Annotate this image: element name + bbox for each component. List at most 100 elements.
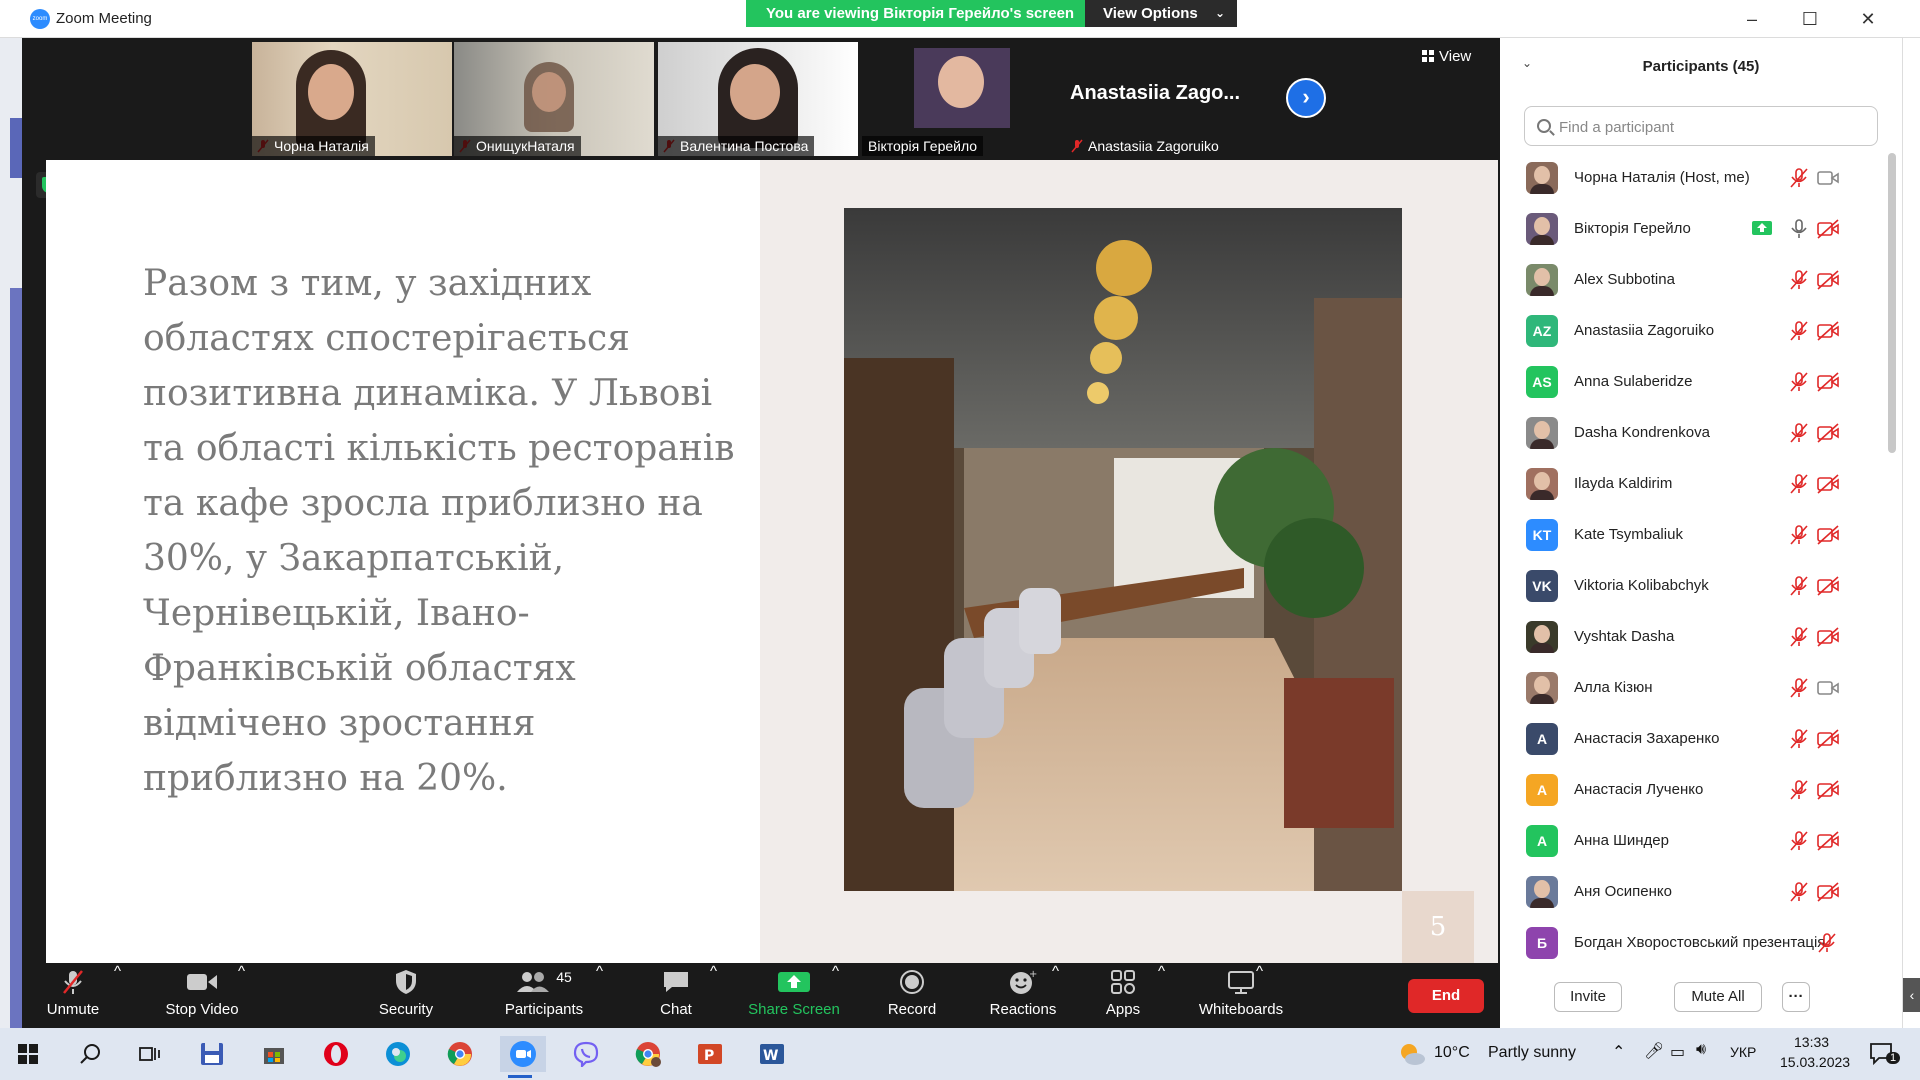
audio-options-caret[interactable]: ^ <box>114 963 121 1028</box>
participant-row[interactable]: Vyshtak Dasha <box>1500 612 1888 663</box>
participant-row[interactable]: Dasha Kondrenkova <box>1500 408 1888 459</box>
taskbar-app-store[interactable] <box>254 1036 294 1072</box>
apps-options-caret[interactable]: ^ <box>1158 963 1165 1028</box>
taskbar-app-word[interactable]: W <box>752 1036 792 1072</box>
participant-row[interactable]: Б Богдан Хворостовський презентація <box>1500 918 1888 969</box>
view-options-button[interactable]: View Options ⌄ <box>1085 0 1237 27</box>
video-options-caret[interactable]: ^ <box>238 963 245 1028</box>
taskbar-app-zoom[interactable] <box>500 1036 546 1078</box>
weather-icon[interactable] <box>1392 1036 1432 1072</box>
mic-muted-icon[interactable] <box>1788 881 1812 903</box>
mic-muted-icon[interactable] <box>1788 371 1812 393</box>
video-camera-icon[interactable] <box>1816 677 1840 699</box>
video-off-icon[interactable] <box>1816 626 1840 648</box>
mic-muted-icon[interactable] <box>1788 677 1812 699</box>
video-off-icon[interactable] <box>1816 575 1840 597</box>
clock-date[interactable]: 15.03.2023 <box>1780 1054 1850 1070</box>
maximize-button[interactable]: ☐ <box>1790 6 1830 32</box>
video-thumbnail[interactable]: Anastasiia Zago... Anastasiia Zagoruiko <box>1066 42 1266 156</box>
weather-description[interactable]: Partly sunny <box>1488 1044 1576 1062</box>
chat-options-caret[interactable]: ^ <box>710 963 717 1028</box>
video-thumbnail[interactable]: Валентина Постова <box>658 42 858 156</box>
mute-all-button[interactable]: Mute All <box>1674 982 1762 1012</box>
video-off-icon[interactable] <box>1816 218 1840 240</box>
participant-row[interactable]: Ilayda Kaldirim <box>1500 459 1888 510</box>
participant-row[interactable]: AS Anna Sulaberidze <box>1500 357 1888 408</box>
participant-row[interactable]: A Анна Шиндер <box>1500 816 1888 867</box>
next-page-button[interactable]: › <box>1286 78 1326 118</box>
reactions-button[interactable]: + Reactions <box>968 963 1078 1028</box>
mic-muted-icon[interactable] <box>1788 167 1812 189</box>
chevron-up-icon[interactable]: ⌃ <box>1612 1042 1625 1062</box>
record-button[interactable]: Record <box>872 963 952 1028</box>
video-off-icon[interactable] <box>1816 320 1840 342</box>
video-off-icon[interactable] <box>1816 371 1840 393</box>
clock-time[interactable]: 13:33 <box>1794 1034 1829 1050</box>
taskbar-app-chrome[interactable] <box>440 1036 480 1072</box>
chat-button[interactable]: Chat <box>646 963 706 1028</box>
language-indicator[interactable]: УКР <box>1730 1044 1756 1060</box>
participant-row[interactable]: KT Kate Tsymbaliuk <box>1500 510 1888 561</box>
mic-muted-icon[interactable] <box>1788 575 1812 597</box>
chevron-left-icon[interactable]: ‹ <box>1903 978 1920 1012</box>
close-window-button[interactable]: ✕ <box>1848 6 1888 32</box>
minimize-button[interactable]: – <box>1732 6 1772 32</box>
apps-button[interactable]: Apps <box>1088 963 1158 1028</box>
participant-row[interactable]: VK Viktoria Kolibabchyk <box>1500 561 1888 612</box>
share-options-caret[interactable]: ^ <box>832 963 839 1028</box>
network-icon[interactable]: ▭ <box>1670 1042 1685 1062</box>
taskbar-app-edge[interactable] <box>378 1036 418 1072</box>
participant-row[interactable]: A Анастасія Захаренко <box>1500 714 1888 765</box>
video-off-icon[interactable] <box>1816 728 1840 750</box>
microphone-tray-icon[interactable]: 🎤︎ <box>1644 1041 1664 1061</box>
taskbar-app-powerpoint[interactable]: P <box>690 1036 730 1072</box>
stop-video-button[interactable]: Stop Video <box>154 963 250 1028</box>
mic-muted-icon[interactable] <box>1788 269 1812 291</box>
taskbar-app-viber[interactable] <box>566 1036 606 1072</box>
mic-muted-icon[interactable] <box>1788 779 1812 801</box>
mic-muted-icon[interactable] <box>1788 473 1812 495</box>
video-off-icon[interactable] <box>1816 881 1840 903</box>
whiteboards-button[interactable]: Whiteboards <box>1186 963 1296 1028</box>
share-screen-button[interactable]: Share Screen <box>744 963 844 1028</box>
video-thumbnail-active-speaker[interactable]: Вікторія Герейло <box>862 42 1062 156</box>
video-thumbnail[interactable]: Чорна Наталія <box>252 42 452 156</box>
mic-on-icon[interactable] <box>1788 218 1812 240</box>
participant-search-box[interactable] <box>1524 106 1878 146</box>
task-view-button[interactable] <box>130 1036 170 1072</box>
notification-center-button[interactable]: 1 <box>1862 1036 1902 1072</box>
mic-muted-icon[interactable] <box>1816 932 1840 954</box>
participants-scrollbar[interactable] <box>1888 153 1896 453</box>
participant-row[interactable]: A Анастасія Лученко <box>1500 765 1888 816</box>
mic-muted-icon[interactable] <box>1788 320 1812 342</box>
taskbar-app-opera[interactable] <box>316 1036 356 1072</box>
video-thumbnail[interactable]: ОнищукНаталя <box>454 42 654 156</box>
participants-button[interactable]: 45 Participants <box>494 963 594 1028</box>
participant-row[interactable]: Алла Кізюн <box>1500 663 1888 714</box>
participant-row[interactable]: Аня Осипенко <box>1500 867 1888 918</box>
participant-search-input[interactable] <box>1559 116 1859 138</box>
whiteboards-options-caret[interactable]: ^ <box>1256 963 1263 1028</box>
participant-row[interactable]: Вікторія Герейло <box>1500 204 1888 255</box>
mic-muted-icon[interactable] <box>1788 626 1812 648</box>
participant-row[interactable]: Чорна Наталія (Host, me) <box>1500 153 1888 204</box>
unmute-button[interactable]: Unmute <box>38 963 108 1028</box>
volume-icon[interactable]: 🔊︎ <box>1696 1041 1706 1059</box>
participant-row[interactable]: Alex Subbotina <box>1500 255 1888 306</box>
view-layout-button[interactable]: View <box>1422 48 1471 65</box>
video-off-icon[interactable] <box>1816 422 1840 444</box>
video-off-icon[interactable] <box>1816 269 1840 291</box>
video-off-icon[interactable] <box>1816 473 1840 495</box>
end-meeting-button[interactable]: End <box>1408 979 1484 1013</box>
mic-muted-icon[interactable] <box>1788 524 1812 546</box>
taskbar-app-save[interactable] <box>192 1036 232 1072</box>
video-camera-icon[interactable] <box>1816 167 1840 189</box>
windows-start-button[interactable] <box>8 1036 48 1072</box>
mic-muted-icon[interactable] <box>1788 422 1812 444</box>
reactions-options-caret[interactable]: ^ <box>1052 963 1059 1028</box>
weather-temperature[interactable]: 10°C <box>1434 1044 1470 1062</box>
video-off-icon[interactable] <box>1816 779 1840 801</box>
mic-muted-icon[interactable] <box>1788 830 1812 852</box>
participant-row[interactable]: AZ Anastasiia Zagoruiko <box>1500 306 1888 357</box>
taskbar-search-button[interactable] <box>70 1036 110 1072</box>
